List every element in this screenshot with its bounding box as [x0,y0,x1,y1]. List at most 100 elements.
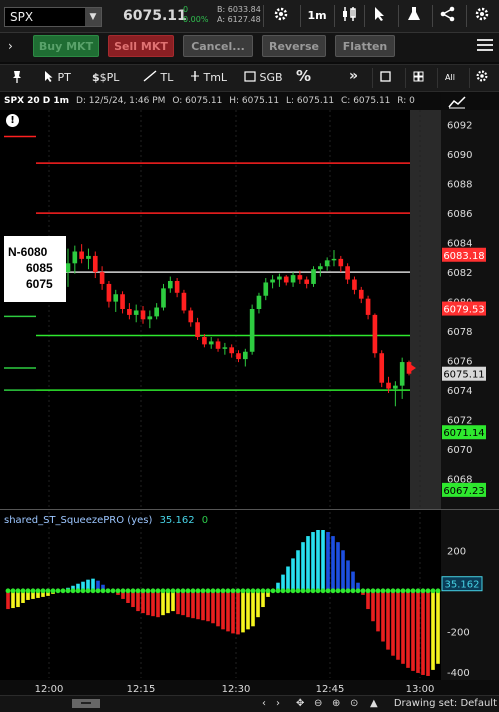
squeeze-dot [45,588,51,594]
squeeze-dot [350,588,356,594]
candle-body [65,263,71,273]
squeeze-dot [160,588,166,594]
squeeze-dot [215,588,221,594]
histogram-bar [171,590,175,612]
alert-icon[interactable]: ! [6,114,19,127]
histogram-bar [236,590,240,635]
histogram-bar [136,590,140,612]
squeeze-dot [410,588,416,594]
squeeze-dot [40,588,46,594]
study-name[interactable]: shared_ST_SqueezePRO (yes) [4,515,152,526]
squeeze-dot [220,588,226,594]
zoom-out-icon[interactable]: ⊖ [314,697,322,711]
price-tag-label: 6079.53 [443,305,484,316]
candle-body [113,294,119,302]
time-tick-label: 12:45 [316,684,345,695]
histogram-bar [131,590,135,608]
histogram-bar [371,590,375,622]
candle-body [133,310,139,315]
squeeze-dot [30,588,36,594]
pan-icon[interactable]: ✥ [296,697,304,711]
histogram-bar [286,566,290,591]
candle-body [72,251,78,264]
drawing-cursor-icon[interactable]: ▲ [370,697,378,711]
histogram-bar [351,571,355,591]
zoom-reset-icon[interactable]: ⊙ [350,697,358,711]
histogram-bar [296,550,300,591]
squeeze-dot [265,588,271,594]
candle-body [331,258,337,261]
time-tick-label: 12:15 [127,684,156,695]
histogram-bar [226,590,230,632]
squeeze-dot [300,588,306,594]
squeeze-dot [435,588,441,594]
squeeze-dot [95,588,101,594]
squeeze-dot [200,588,206,594]
histogram-bar [281,574,285,591]
histogram-bar [386,590,390,650]
candle-body [297,275,303,280]
squeeze-dot [70,588,76,594]
squeeze-dot [245,588,251,594]
histogram-bar [181,590,185,616]
price-tick-label: 6070 [447,445,472,456]
candle-body [215,341,221,349]
squeeze-dot [310,588,316,594]
candle-body [338,258,344,267]
candle-body [161,288,166,308]
lower-study-header: shared_ST_SqueezePRO (yes) 35.162 0 [4,514,208,528]
squeeze-dot [320,588,326,594]
candle-body [358,289,364,299]
zoom-in-icon[interactable]: ⊕ [332,697,340,711]
candle-body [174,280,180,293]
histogram-bar [396,590,400,660]
squeeze-dot [385,588,391,594]
price-tick-label: 6074 [447,386,472,397]
histogram-bar [216,590,220,627]
histogram-bar [196,590,200,620]
candle-body [222,347,228,349]
squeeze-dot [295,588,301,594]
squeeze-dot [190,588,196,594]
squeeze-dot [55,588,61,594]
squeeze-dot [380,588,386,594]
histogram-bar [306,536,310,591]
scroll-handle[interactable] [72,699,100,708]
squeeze-dot [285,588,291,594]
candle-body [277,276,282,280]
histogram-bar [421,590,425,675]
squeeze-dot [335,588,341,594]
squeeze-dot [170,588,176,594]
candle-body [99,272,105,284]
chart-canvas[interactable]: 12:00 12:15 12:30 12:45 13:00 6092 6090 6088 608… [0,0,499,712]
price-tick-label: 6086 [447,209,472,220]
histogram-bar [211,590,215,624]
squeeze-dot [430,588,436,594]
candle-body [106,283,112,302]
price-note[interactable]: N-6080 6085 6075 [4,236,66,302]
histogram-bar [341,550,345,591]
note-line-1: N-6080 [8,245,48,259]
price-tag-label: 6083.18 [443,251,484,262]
price-tag-label: 6075.11 [443,370,484,381]
squeeze-dot [235,588,241,594]
histogram-bar [176,590,180,615]
squeeze-dot [90,588,96,594]
drawing-set-label[interactable]: Drawing set: Default [394,698,497,709]
study-value-2: 0 [201,515,209,526]
histogram-bar [241,590,245,633]
squeeze-dot [260,588,266,594]
squeeze-dot [150,588,156,594]
histogram-bar [206,590,210,622]
chevron-left-icon[interactable]: ‹ [262,697,266,711]
squeeze-dot [425,588,431,594]
histogram-bar [186,590,190,618]
candle-body [208,341,214,345]
histogram-bar [381,590,385,642]
histogram-bar [256,590,260,618]
study-tick-label: -400 [447,668,470,679]
chevron-right-icon[interactable]: › [276,697,280,711]
candle-body [79,251,84,259]
histogram-bar [151,590,155,617]
histogram-bar [11,590,15,609]
